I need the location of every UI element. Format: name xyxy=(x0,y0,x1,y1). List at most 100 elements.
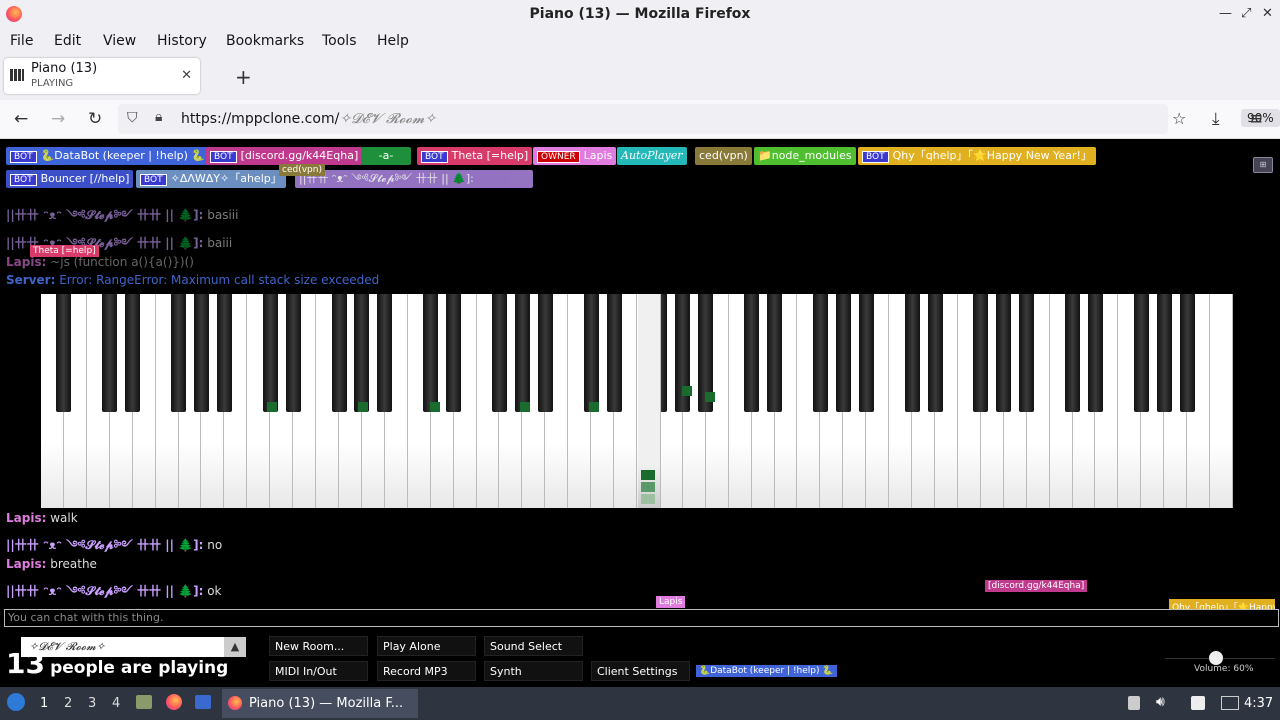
piano-black-key[interactable] xyxy=(1019,294,1035,412)
piano-black-key[interactable] xyxy=(216,294,232,412)
tab-piano[interactable]: Piano (13) PLAYING ✕ xyxy=(4,58,200,94)
piano-black-key[interactable] xyxy=(56,294,72,412)
room-info-icon[interactable]: ⊞ xyxy=(1253,157,1273,173)
forward-icon[interactable]: → xyxy=(51,109,65,129)
downloads-icon[interactable]: ⤓ xyxy=(1212,109,1220,129)
user-badge-a[interactable]: -a- xyxy=(361,147,411,165)
chat-input[interactable]: You can chat with this thing. xyxy=(4,609,1279,627)
piano-keyboard[interactable] xyxy=(41,294,1233,508)
piano-black-key[interactable] xyxy=(1065,294,1081,412)
close-window-icon[interactable]: ✕ xyxy=(1262,6,1273,21)
sound-select-button[interactable]: Sound Select xyxy=(484,636,583,656)
piano-black-key[interactable] xyxy=(744,294,760,412)
piano-black-key[interactable] xyxy=(331,294,347,412)
start-menu-icon[interactable] xyxy=(7,693,25,711)
back-icon[interactable]: ← xyxy=(14,109,28,129)
menu-tools[interactable]: Tools xyxy=(322,33,357,49)
maximize-icon[interactable]: ⤢ xyxy=(1241,6,1251,21)
firefox-task-icon xyxy=(228,696,242,710)
user-badge-qhy[interactable]: BOT Qhy「qhelp」「🌟Happy New Year!」 xyxy=(858,147,1096,165)
client-settings-button[interactable]: Client Settings xyxy=(591,661,690,681)
piano-black-key[interactable] xyxy=(996,294,1012,412)
piano-black-key[interactable] xyxy=(1179,294,1195,412)
play-alone-button[interactable]: Play Alone xyxy=(377,636,476,656)
piano-black-key[interactable] xyxy=(193,294,209,412)
piano-black-key[interactable] xyxy=(102,294,118,412)
piano-black-key[interactable] xyxy=(1156,294,1172,412)
note-marker xyxy=(641,482,655,492)
workspace-3[interactable]: 3 xyxy=(88,696,96,711)
menu-edit[interactable]: Edit xyxy=(54,33,81,49)
new-tab-icon[interactable]: + xyxy=(235,65,252,89)
new-room-button[interactable]: New Room... xyxy=(269,636,368,656)
menu-view[interactable]: View xyxy=(103,33,136,49)
user-badge-away[interactable]: BOT ✧ΔΛWΔY✧「ahelp」 xyxy=(136,170,286,188)
piano-black-key[interactable] xyxy=(491,294,507,412)
piano-black-key[interactable] xyxy=(262,294,278,412)
notes-icon[interactable] xyxy=(1191,696,1205,710)
piano-black-key[interactable] xyxy=(812,294,828,412)
record-mp3-button[interactable]: Record MP3 xyxy=(377,661,476,681)
piano-black-key[interactable] xyxy=(858,294,874,412)
tab-strip: Piano (13) PLAYING ✕ + xyxy=(0,54,1280,100)
piano-black-key[interactable] xyxy=(514,294,530,412)
piano-black-key[interactable] xyxy=(354,294,370,412)
menu-bookmarks[interactable]: Bookmarks xyxy=(226,33,304,49)
piano-black-key[interactable] xyxy=(835,294,851,412)
piano-black-key[interactable] xyxy=(1087,294,1103,412)
piano-black-key[interactable] xyxy=(767,294,783,412)
workspace-4[interactable]: 4 xyxy=(112,696,120,711)
piano-black-key[interactable] xyxy=(423,294,439,412)
display-icon[interactable] xyxy=(1221,696,1239,710)
taskbar-firefox-window[interactable]: Piano (13) — Mozilla F... xyxy=(222,689,418,718)
firefox-launcher-icon[interactable] xyxy=(166,694,182,710)
piano-white-key[interactable] xyxy=(1210,294,1233,508)
piano-black-key[interactable] xyxy=(583,294,599,412)
piano-black-key[interactable] xyxy=(606,294,622,412)
user-badge-databot[interactable]: BOT 🐍DataBot (keeper | !help) 🐍 xyxy=(6,147,210,165)
menu-help[interactable]: Help xyxy=(377,33,409,49)
menubar: File Edit View History Bookmarks Tools H… xyxy=(0,30,1280,54)
user-badge-theta[interactable]: BOT Theta [=help] xyxy=(417,147,533,165)
url-bar[interactable]: ⛉ 🔒︎ https://mppclone.com/✧𝓓𝓔𝓥 𝓡𝓸𝓸𝓶✧ 90%… xyxy=(118,104,1280,134)
piano-black-key[interactable] xyxy=(377,294,393,412)
user-badge-lapis[interactable]: OWNER Lapis xyxy=(533,147,617,165)
user-badge-step[interactable]: ||卄卄 ᵔᴥᵔ ༺𝓢𝓽𝓮𝓹༻ 卄卄 || 🌲]: xyxy=(295,170,533,188)
piano-black-key[interactable] xyxy=(927,294,943,412)
menu-history[interactable]: History xyxy=(157,33,207,49)
piano-black-key[interactable] xyxy=(285,294,301,412)
user-badge-discord[interactable]: BOT [discord.gg/k44Eqha] xyxy=(206,147,363,165)
close-tab-icon[interactable]: ✕ xyxy=(181,68,192,83)
task-title: Piano (13) — Mozilla F... xyxy=(249,696,404,711)
piano-black-key[interactable] xyxy=(537,294,553,412)
volume-knob[interactable] xyxy=(1209,651,1223,665)
workspace-1[interactable]: 1 xyxy=(40,696,48,711)
piano-black-key[interactable] xyxy=(973,294,989,412)
minimize-icon[interactable]: — xyxy=(1219,6,1232,21)
piano-black-key[interactable] xyxy=(1133,294,1149,412)
file-manager-icon[interactable] xyxy=(136,695,152,709)
synth-button[interactable]: Synth xyxy=(484,661,583,681)
workspace-2[interactable]: 2 xyxy=(64,696,72,711)
piano-black-key[interactable] xyxy=(171,294,187,412)
user-badge-autoplayer[interactable]: AutoPlayer xyxy=(617,147,687,165)
clipboard-icon[interactable] xyxy=(1128,696,1140,710)
taskbar: 1 2 3 4 Piano (13) — Mozilla F... 🔊︎ 4:3… xyxy=(0,687,1280,720)
app-menu-icon[interactable]: ≡ xyxy=(1249,109,1263,129)
shield-icon[interactable]: ⛉ xyxy=(127,110,138,126)
volume-icon[interactable]: 🔊︎ xyxy=(1156,694,1165,710)
midi-button[interactable]: MIDI In/Out xyxy=(269,661,368,681)
user-badge-bouncer[interactable]: BOT Bouncer [//help] xyxy=(6,170,134,188)
user-badge-node-modules[interactable]: 📁node_modules xyxy=(754,147,856,165)
bookmark-star-icon[interactable]: ☆ xyxy=(1172,109,1186,128)
app-launcher-icon[interactable] xyxy=(195,695,211,709)
chat-message: Lapis: walk xyxy=(6,511,78,525)
user-badge-ced[interactable]: ced(vpn) xyxy=(695,147,752,165)
menu-file[interactable]: File xyxy=(10,33,33,49)
lock-icon[interactable]: 🔒︎ xyxy=(155,109,162,125)
piano-black-key[interactable] xyxy=(904,294,920,412)
note-marker xyxy=(267,402,277,412)
reload-icon[interactable]: ↻ xyxy=(88,109,102,129)
piano-black-key[interactable] xyxy=(125,294,141,412)
piano-black-key[interactable] xyxy=(446,294,462,412)
